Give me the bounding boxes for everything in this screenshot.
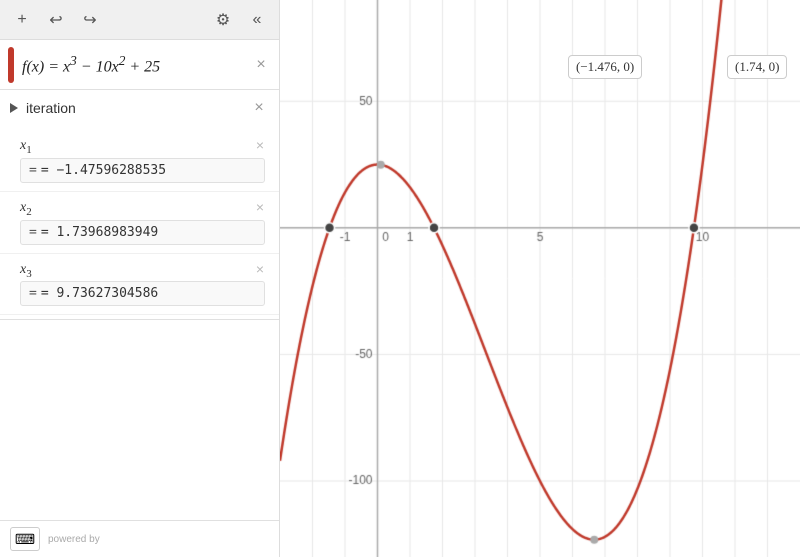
settings-button[interactable]: ⚙ (209, 6, 237, 34)
add-button[interactable]: + (8, 6, 36, 34)
root-label-1: x1 (20, 138, 265, 156)
root-value-2: = = 1.73968983949 (20, 220, 265, 245)
redo-button[interactable]: ↪ (76, 6, 104, 34)
root-label-2: x2 (20, 200, 265, 218)
toolbar: + ↩ ↪ ⚙ « (0, 0, 279, 40)
root-entry-3: x3 = = 9.73627304586 × (0, 254, 279, 316)
keyboard-button[interactable]: ⌨ (10, 527, 40, 551)
function-color-bar (8, 47, 14, 83)
undo-button[interactable]: ↩ (42, 6, 70, 34)
root-close-3[interactable]: × (251, 260, 269, 278)
roots-container: x1 = = −1.47596288535 × x2 = = 1.7396898… (0, 126, 279, 319)
function-entry: f(x) = x3 − 10x2 + 25 × (0, 40, 279, 90)
root-label-3: x3 (20, 262, 265, 280)
graph-area[interactable]: (−1.476, 0) (1.74, 0) (9.736, 0) (280, 0, 800, 557)
root-entry-1: x1 = = −1.47596288535 × (0, 130, 279, 192)
sidebar: + ↩ ↪ ⚙ « f(x) = x3 − 10x2 + 25 × iterat… (0, 0, 280, 557)
root-entry-2: x2 = = 1.73968983949 × (0, 192, 279, 254)
root-close-2[interactable]: × (251, 198, 269, 216)
function-expression: f(x) = x3 − 10x2 + 25 (22, 53, 251, 76)
iteration-label: iteration (26, 100, 76, 116)
iteration-header[interactable]: iteration × (0, 90, 279, 126)
expand-icon (10, 103, 18, 113)
powered-by-label: powered by (48, 534, 100, 545)
iteration-section: iteration × x1 = = −1.47596288535 × x2 =… (0, 90, 279, 320)
iteration-close-button[interactable]: × (249, 98, 269, 118)
root-value-3: = = 9.73627304586 (20, 281, 265, 306)
function-close-button[interactable]: × (251, 55, 271, 75)
sidebar-bottom: ⌨ powered by (0, 520, 279, 557)
root-close-1[interactable]: × (251, 136, 269, 154)
collapse-button[interactable]: « (243, 6, 271, 34)
root-value-1: = = −1.47596288535 (20, 158, 265, 183)
